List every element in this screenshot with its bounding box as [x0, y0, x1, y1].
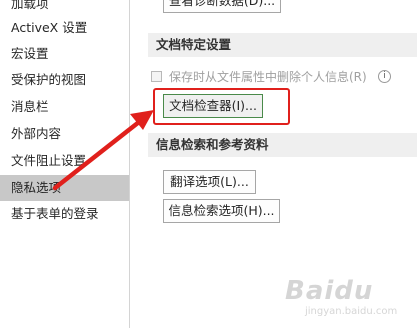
watermark-subtext: jingyan.baidu.com: [305, 306, 398, 317]
arrow-shaft: [52, 119, 142, 191]
baidu-watermark: Baidu jingyan.baidu.com: [285, 276, 417, 324]
watermark-logo: Baidu: [285, 276, 374, 306]
